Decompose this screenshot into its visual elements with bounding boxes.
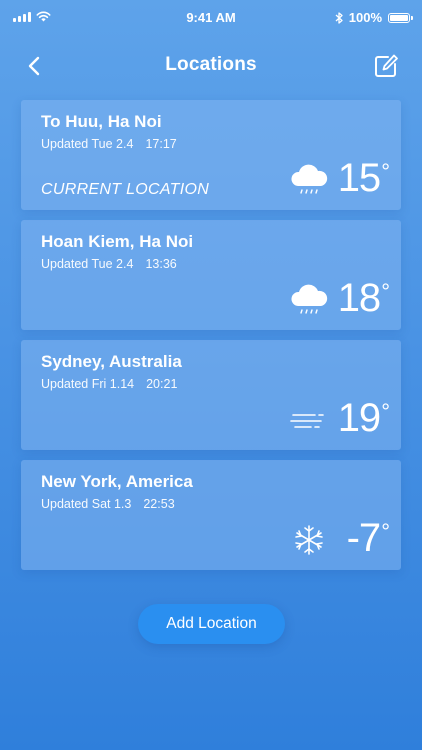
degree-symbol: ° xyxy=(381,399,390,424)
battery-fill xyxy=(390,14,408,21)
cloud-rain-icon xyxy=(291,284,328,314)
location-name: New York, America xyxy=(41,472,193,491)
updated-date: Updated Tue 2.4 xyxy=(41,257,134,271)
cloud-rain-icon xyxy=(291,164,328,194)
updated-time: 13:36 xyxy=(145,257,177,271)
status-bar: 9:41 AM 100% xyxy=(0,0,422,34)
location-updated: Updated Tue 2.4 13:36 xyxy=(41,257,177,271)
degree-symbol: ° xyxy=(381,279,390,304)
wind-icon xyxy=(290,414,324,428)
updated-date: Updated Tue 2.4 xyxy=(41,137,134,151)
status-right: 100% xyxy=(335,10,413,25)
degree-symbol: ° xyxy=(381,159,390,184)
temperature: 18° xyxy=(337,276,390,320)
temperature: -7° xyxy=(346,516,390,560)
updated-date: Updated Fri 1.14 xyxy=(41,377,135,391)
current-location-label: CURRENT LOCATION xyxy=(41,181,210,198)
temperature: 15° xyxy=(337,156,390,200)
add-location-button[interactable]: Add Location xyxy=(138,604,285,644)
degree-symbol: ° xyxy=(381,519,390,544)
updated-time: 20:21 xyxy=(146,377,178,391)
location-name: Sydney, Australia xyxy=(41,352,182,371)
location-card[interactable]: To Huu, Ha Noi Updated Tue 2.4 17:17 CURR… xyxy=(21,100,401,210)
location-updated: Updated Sat 1.3 22:53 xyxy=(41,497,175,511)
nav-bar: Locations xyxy=(0,44,422,88)
location-updated: Updated Fri 1.14 20:21 xyxy=(41,377,177,391)
location-card[interactable]: Hoan Kiem, Ha Noi Updated Tue 2.4 13:36 1… xyxy=(21,220,401,330)
location-card[interactable]: Sydney, Australia Updated Fri 1.14 20:21 … xyxy=(21,340,401,450)
temperature-value: 19 xyxy=(337,396,381,440)
location-card[interactable]: New York, America Updated Sat 1.3 22:53 -… xyxy=(21,460,401,570)
updated-time: 17:17 xyxy=(145,137,177,151)
location-name: To Huu, Ha Noi xyxy=(41,112,162,131)
temperature: 19° xyxy=(337,396,390,440)
snowflake-icon xyxy=(295,525,323,555)
updated-time: 22:53 xyxy=(143,497,175,511)
battery-icon xyxy=(388,12,413,23)
edit-icon[interactable] xyxy=(372,52,400,80)
temperature-value: -7 xyxy=(346,516,382,560)
location-updated: Updated Tue 2.4 17:17 xyxy=(41,137,177,151)
bluetooth-icon xyxy=(335,11,343,24)
location-name: Hoan Kiem, Ha Noi xyxy=(41,232,194,251)
updated-date: Updated Sat 1.3 xyxy=(41,497,132,511)
battery-percent: 100% xyxy=(348,10,382,25)
page-title: Locations xyxy=(165,54,257,75)
temperature-value: 18 xyxy=(337,276,381,320)
temperature-value: 15 xyxy=(337,156,381,200)
